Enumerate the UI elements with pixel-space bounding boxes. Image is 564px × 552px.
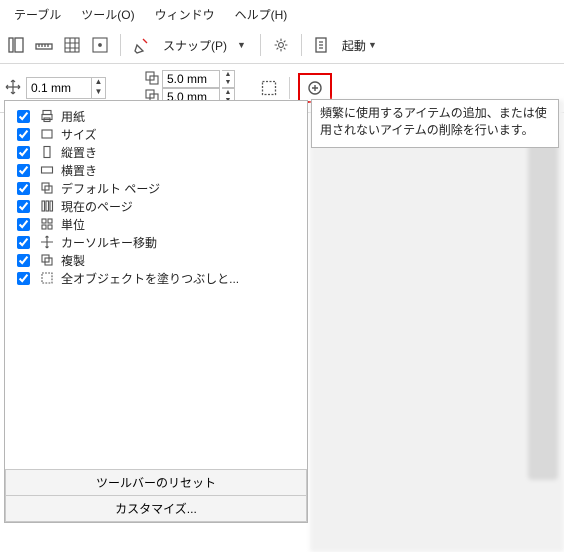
nudge-icon xyxy=(4,78,22,99)
item-label: 横置き xyxy=(61,162,299,179)
item-label: デフォルト ページ xyxy=(61,180,299,197)
item-label: 単位 xyxy=(61,216,299,233)
main-toolbar: スナップ(P) ▼ 起動 ▼ xyxy=(0,29,564,64)
item-label: サイズ xyxy=(61,126,299,143)
list-item[interactable]: 用紙 xyxy=(9,107,303,125)
nudge-icon xyxy=(39,234,55,250)
items-list: 用紙サイズ縦置き横置きデフォルト ページ現在のページ単位カーソルキー移動複製全オ… xyxy=(5,101,307,469)
chevron-down-icon: ▼ xyxy=(368,40,377,50)
spinner-buttons[interactable]: ▲▼ xyxy=(222,70,235,88)
spinner-buttons[interactable]: ▲▼ xyxy=(91,78,105,98)
portrait-icon xyxy=(39,144,55,160)
grid-icon-button[interactable] xyxy=(60,33,84,57)
item-checkbox[interactable] xyxy=(17,146,30,159)
tooltip: 頻繁に使用するアイテムの追加、または使用されないアイテムの削除を行います。 xyxy=(311,99,559,148)
item-checkbox[interactable] xyxy=(17,110,30,123)
center-dot-icon-button[interactable] xyxy=(88,33,112,57)
dup-icon xyxy=(39,252,55,268)
settings-gear-button[interactable] xyxy=(269,33,293,57)
list-item[interactable]: サイズ xyxy=(9,125,303,143)
duplicate-x-input[interactable] xyxy=(162,70,220,88)
menu-table[interactable]: テーブル xyxy=(6,4,69,25)
list-item[interactable]: 全オブジェクトを塗りつぶしと... xyxy=(9,269,303,287)
item-checkbox[interactable] xyxy=(17,272,30,285)
landscape-icon xyxy=(39,162,55,178)
item-label: 用紙 xyxy=(61,108,299,125)
customize-items-panel: 用紙サイズ縦置き横置きデフォルト ページ現在のページ単位カーソルキー移動複製全オ… xyxy=(4,100,308,523)
item-label: 全オブジェクトを塗りつぶしと... xyxy=(61,270,299,287)
launch-dropdown[interactable]: 起動 ▼ xyxy=(338,37,381,54)
item-checkbox[interactable] xyxy=(17,182,30,195)
dashed-rect-icon xyxy=(39,270,55,286)
list-item[interactable]: デフォルト ページ xyxy=(9,179,303,197)
item-checkbox[interactable] xyxy=(17,128,30,141)
bars-icon xyxy=(39,198,55,214)
item-checkbox[interactable] xyxy=(17,254,30,267)
list-item[interactable]: 横置き xyxy=(9,161,303,179)
customize-button[interactable]: カスタマイズ... xyxy=(5,495,307,522)
canvas-area xyxy=(310,100,564,552)
list-item[interactable]: 現在のページ xyxy=(9,197,303,215)
snap-dropdown[interactable]: スナップ(P) ▼ xyxy=(157,35,252,56)
overlap-icon xyxy=(39,180,55,196)
separator xyxy=(260,34,261,56)
ruler-icon-button[interactable] xyxy=(32,33,56,57)
separator xyxy=(301,34,302,56)
menu-help[interactable]: ヘルプ(H) xyxy=(227,4,296,25)
rect-icon xyxy=(39,126,55,142)
list-item[interactable]: カーソルキー移動 xyxy=(9,233,303,251)
snap-label: スナップ(P) xyxy=(159,37,231,54)
nudge-distance-input[interactable] xyxy=(27,81,91,95)
toolbar-reset-button[interactable]: ツールバーのリセット xyxy=(5,469,307,495)
treat-as-filled-button[interactable] xyxy=(257,76,281,100)
grid4-icon xyxy=(39,216,55,232)
separator xyxy=(120,34,121,56)
item-label: カーソルキー移動 xyxy=(61,234,299,251)
list-item[interactable]: 複製 xyxy=(9,251,303,269)
menubar: テーブル ツール(O) ウィンドウ ヘルプ(H) xyxy=(0,0,564,29)
panel-footer: ツールバーのリセット カスタマイズ... xyxy=(5,469,307,522)
list-item[interactable]: 単位 xyxy=(9,215,303,233)
item-checkbox[interactable] xyxy=(17,200,30,213)
layout-icon-button[interactable] xyxy=(4,33,28,57)
menu-window[interactable]: ウィンドウ xyxy=(147,4,223,25)
printer-icon xyxy=(39,108,55,124)
duplicate-x-icon xyxy=(144,70,160,89)
menu-tool[interactable]: ツール(O) xyxy=(73,4,142,25)
pen-edit-icon-button[interactable] xyxy=(129,33,153,57)
item-checkbox[interactable] xyxy=(17,218,30,231)
nudge-distance-field[interactable]: ▲▼ xyxy=(26,77,106,99)
launch-label: 起動 xyxy=(342,37,366,54)
tooltip-text: 頻繁に使用するアイテムの追加、または使用されないアイテムの削除を行います。 xyxy=(320,106,547,137)
item-label: 複製 xyxy=(61,252,299,269)
document-dropdown-icon[interactable] xyxy=(310,33,334,57)
item-checkbox[interactable] xyxy=(17,164,30,177)
list-item[interactable]: 縦置き xyxy=(9,143,303,161)
item-checkbox[interactable] xyxy=(17,236,30,249)
chevron-down-icon: ▼ xyxy=(233,40,250,50)
item-label: 縦置き xyxy=(61,144,299,161)
item-label: 現在のページ xyxy=(61,198,299,215)
separator xyxy=(289,77,290,99)
